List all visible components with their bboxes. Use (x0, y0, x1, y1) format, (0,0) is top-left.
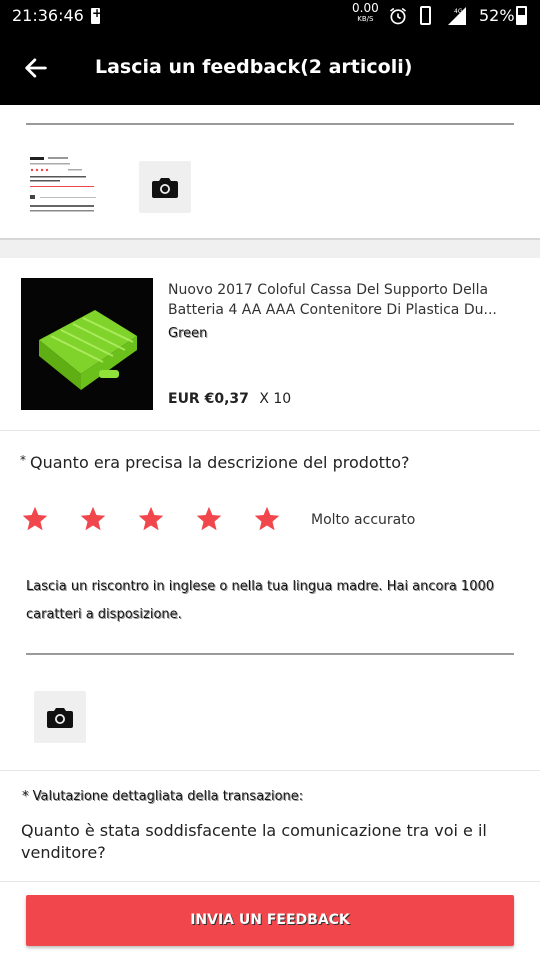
input-underline (26, 123, 514, 125)
feedback-input[interactable]: Lascia un riscontro in inglese o nella t… (26, 573, 506, 629)
divider (0, 881, 540, 882)
rating-label: Molto accurato (311, 512, 416, 528)
battery-level (518, 15, 525, 23)
product-price-row: EUR €0,37 X 10 (168, 391, 291, 407)
detail-heading: * Valutazione dettagliata della transazi… (22, 789, 304, 804)
net-speed-unit: KB/S (357, 15, 374, 23)
product-variant: Green (168, 326, 208, 341)
vibrate-phone-icon (420, 6, 431, 25)
signal-icon: 4G (448, 7, 466, 25)
divider (0, 770, 540, 771)
net-speed: 0.00 KB/S (352, 1, 379, 25)
status-bar: 21:36:46 0.00 KB/S 4G 52% (0, 0, 540, 32)
required-asterisk: * (20, 453, 26, 467)
detail-question: Quanto è stata soddisfacente la comunica… (21, 821, 487, 862)
feedback-input-underline (26, 653, 514, 655)
divider (0, 430, 540, 431)
product-price: EUR €0,37 (168, 391, 249, 407)
alarm-icon (390, 7, 406, 25)
rating-question: * Quanto era precisa la descrizione del p… (20, 453, 410, 472)
section-divider (0, 238, 540, 258)
camera-icon (47, 708, 73, 728)
add-photo-button-2[interactable] (34, 691, 86, 743)
star-icon[interactable] (137, 505, 165, 533)
uploaded-photo-thumbnail[interactable] (28, 155, 96, 217)
product-image[interactable] (21, 278, 153, 410)
camera-icon (152, 178, 178, 198)
product-title[interactable]: Nuovo 2017 Coloful Cassa Del Supporto De… (168, 280, 518, 320)
battery-icon (516, 6, 527, 25)
star-icon[interactable] (21, 505, 49, 533)
star-rating[interactable] (21, 505, 291, 537)
star-icon[interactable] (79, 505, 107, 533)
network-type: 4G (454, 8, 463, 15)
battery-percent: 52% (479, 6, 515, 25)
star-icon[interactable] (195, 505, 223, 533)
product-quantity: X 10 (259, 391, 292, 407)
status-time: 21:36:46 (12, 6, 84, 25)
net-speed-value: 0.00 (352, 1, 379, 15)
submit-feedback-button[interactable]: INVIA UN FEEDBACK (26, 895, 514, 946)
page-title: Lascia un feedback(2 articoli) (95, 56, 413, 78)
rating-question-text: Quanto era precisa la descrizione del pr… (30, 453, 410, 472)
battery-charging-icon (91, 6, 102, 24)
arrow-back-icon[interactable] (22, 54, 50, 82)
star-icon[interactable] (253, 505, 281, 533)
add-photo-button[interactable] (139, 161, 191, 213)
app-bar: Lascia un feedback(2 articoli) (0, 32, 540, 105)
